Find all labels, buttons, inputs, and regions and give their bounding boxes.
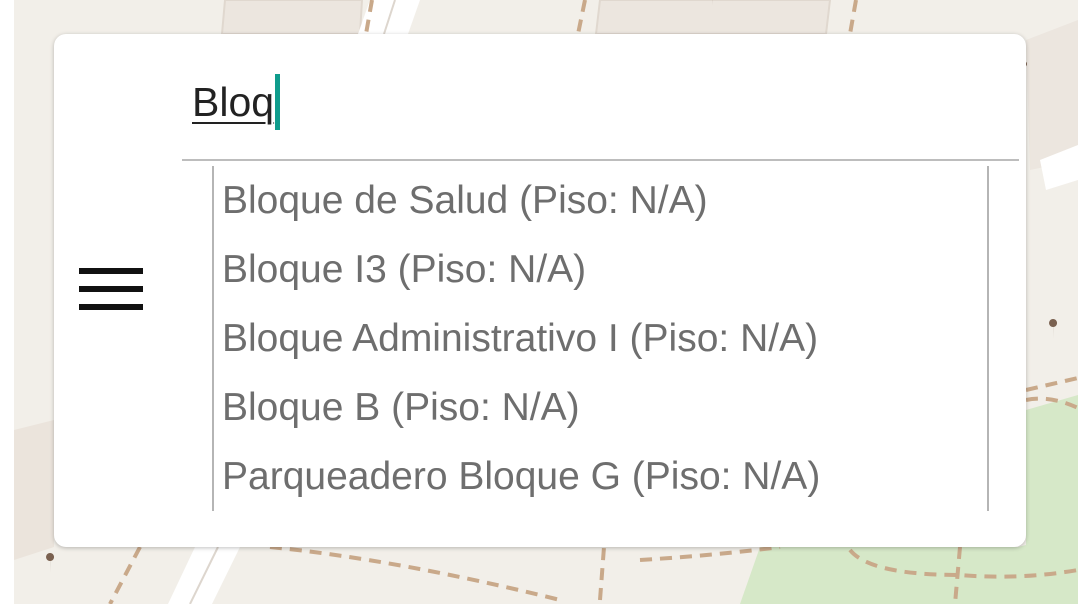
text-cursor xyxy=(275,74,281,130)
suggestion-item[interactable]: Bloque de Salud (Piso: N/A) xyxy=(214,166,987,235)
hamburger-menu-icon xyxy=(79,268,143,310)
suggestion-item[interactable]: Bloque I3 (Piso: N/A) xyxy=(214,235,987,304)
menu-button[interactable] xyxy=(76,260,146,320)
suggestion-item[interactable]: Parqueadero Bloque G (Piso: N/A) xyxy=(214,442,987,511)
suggestion-list: Bloque de Salud (Piso: N/A) Bloque I3 (P… xyxy=(212,166,989,511)
search-input-underline xyxy=(182,159,1019,161)
search-card: Bloq Bloque de Salud (Piso: N/A) Bloque … xyxy=(54,34,1026,547)
search-query-text: Bloq xyxy=(192,78,275,125)
search-input[interactable]: Bloq xyxy=(192,74,281,130)
suggestion-item[interactable]: Bloque Administrativo I (Piso: N/A) xyxy=(214,304,987,373)
suggestion-item[interactable]: Bloque B (Piso: N/A) xyxy=(214,373,987,442)
